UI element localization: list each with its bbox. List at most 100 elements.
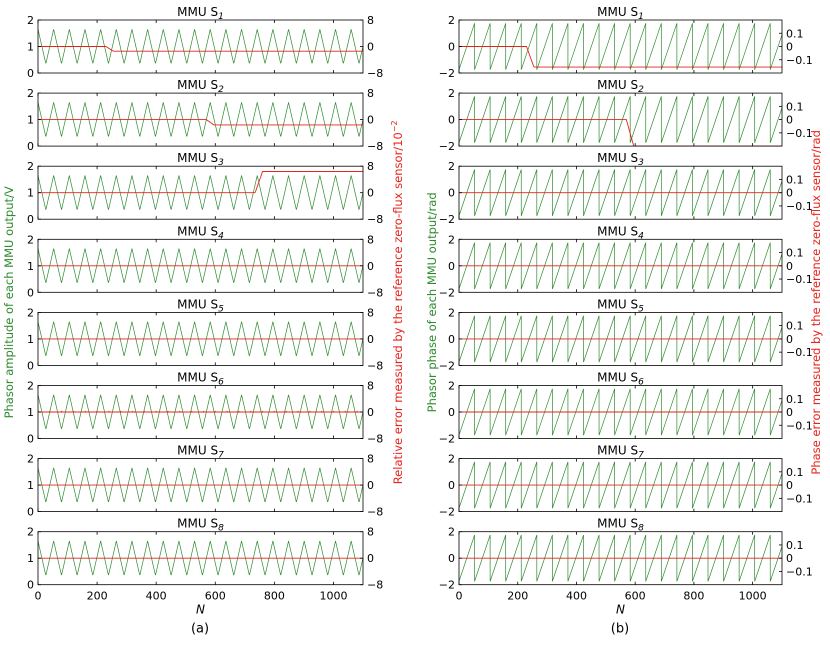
y-tick-label-left: −2 xyxy=(439,213,455,226)
y-tick-label-right: 0.1 xyxy=(786,27,804,40)
panel-mmu-s5: MMU S5−202−0.100.1 xyxy=(439,297,813,372)
panel-mmu-s6: MMU S6−202−0.100.1 xyxy=(439,371,813,446)
y-tick-label-left: 0 xyxy=(448,114,455,127)
panel-title: MMU S3 xyxy=(597,151,644,168)
y-tick-label-right: 0 xyxy=(786,41,793,54)
y-tick-label-left: 1 xyxy=(27,552,34,565)
y-axis-label-left: Phasor amplitude of each MMU output/V xyxy=(2,186,16,418)
y-tick-label-left: 2 xyxy=(27,526,34,539)
y-axis-label-right-text: Phase error measured by the reference ze… xyxy=(809,130,823,475)
y-tick-label-left: 1 xyxy=(27,260,34,273)
x-tick-label: 400 xyxy=(146,590,167,603)
panel-title-text: MMU S xyxy=(177,444,218,458)
panel-title-text: MMU S xyxy=(177,151,218,165)
y-tick-label-left: 2 xyxy=(448,87,455,100)
y-tick-label-left: 2 xyxy=(27,160,34,173)
y-tick-label-right: 0 xyxy=(786,187,793,200)
panel-title-subscript: 2 xyxy=(218,85,224,95)
panel-mmu-s2: MMU S2−202−0.100.1 xyxy=(439,78,813,153)
y-tick-label-left: 2 xyxy=(27,14,34,27)
error-series-line xyxy=(37,410,363,413)
y-tick-label-right: −8 xyxy=(367,213,383,226)
y-tick-label-left: 2 xyxy=(27,87,34,100)
panel-title-text: MMU S xyxy=(177,78,218,92)
y-tick-label-left: 0 xyxy=(27,579,34,592)
x-axis-label: N xyxy=(196,603,205,617)
panel-title: MMU S1 xyxy=(597,5,644,22)
y-tick-label-right: 0 xyxy=(786,406,793,419)
panel-mmu-s7: MMU S7 0 1 2 −8 0 8 xyxy=(27,444,383,519)
panel-mmu-s2: MMU S2012−808 xyxy=(27,78,383,153)
panel-title-text: MMU S xyxy=(597,371,638,385)
panel-title-subscript: 8 xyxy=(638,524,644,534)
panel-title-text: MMU S xyxy=(177,517,218,531)
y-tick-label-left: 0 xyxy=(448,479,455,492)
x-tick-label: 1000 xyxy=(739,590,767,603)
y-tick-label-left: 2 xyxy=(448,526,455,539)
panel-title: MMU S7 xyxy=(177,444,224,461)
y-axis-label-right-text: Relative error measured by the reference… xyxy=(391,132,405,484)
y-tick-label-left: 2 xyxy=(448,380,455,393)
y-tick-label-right: −0.1 xyxy=(786,54,813,67)
y-tick-label-right: 8 xyxy=(367,380,374,393)
y-tick-label-right: 0.1 xyxy=(786,100,804,113)
y-tick-label-left: 2 xyxy=(448,306,455,319)
y-tick-label-left: 1 xyxy=(27,187,34,200)
y-tick-label-left: 2 xyxy=(27,233,34,246)
panel-title-text: MMU S xyxy=(177,371,218,385)
panel-title-subscript: 3 xyxy=(218,158,224,168)
y-tick-label-left: 0 xyxy=(448,333,455,346)
panel-title-subscript: 4 xyxy=(218,231,224,241)
error-series-line xyxy=(38,119,363,126)
panel-title-subscript: 2 xyxy=(638,85,644,95)
y-tick-label-right: 0 xyxy=(786,260,793,273)
panel-title-subscript: 3 xyxy=(638,158,644,168)
y-tick-label-right: −8 xyxy=(367,140,383,153)
panel-mmu-s3: MMU S3−202−0.100.1 xyxy=(439,151,813,226)
panel-title-text: MMU S xyxy=(597,517,638,531)
y-tick-label-left: 0 xyxy=(448,260,455,273)
y-tick-label-right: −8 xyxy=(367,506,383,519)
y-tick-label-left: 2 xyxy=(448,160,455,173)
y-tick-label-left: −2 xyxy=(439,140,455,153)
panel-title-subscript: 5 xyxy=(638,304,644,314)
y-tick-label-right: 0 xyxy=(367,552,374,565)
error-series-line xyxy=(459,119,782,147)
subfigure-caption: (b) xyxy=(611,622,629,637)
panel-title-text: MMU S xyxy=(597,444,638,458)
y-tick-label-left: 0 xyxy=(448,41,455,54)
y-tick-label-left: 0 xyxy=(27,140,34,153)
y-tick-label-left: 1 xyxy=(27,114,34,127)
y-tick-label-left: −2 xyxy=(439,359,455,372)
y-tick-label-left: −2 xyxy=(439,433,455,446)
panel-title-subscript: 1 xyxy=(218,12,224,22)
panel-title: MMU S8 xyxy=(177,517,224,534)
y-axis-label-left: Phasor phase of each MMU output/rad xyxy=(425,192,439,412)
y-tick-label-right: 0.1 xyxy=(786,393,804,406)
panel-title-subscript: 6 xyxy=(218,378,224,388)
y-tick-label-right: 0 xyxy=(367,479,374,492)
x-tick-label: 800 xyxy=(264,590,285,603)
figure: MMU S1012−808MMU S2012−808MMU S3012−808M… xyxy=(2,5,823,637)
y-tick-label-right: 0 xyxy=(786,479,793,492)
y-tick-label-right: −8 xyxy=(367,579,383,592)
x-tick-label: 0 xyxy=(35,590,42,603)
panel-title-text: MMU S xyxy=(177,224,218,238)
y-tick-label-left: 2 xyxy=(448,233,455,246)
panel-mmu-s3: MMU S3 0 1 2 −8 0 8 xyxy=(27,151,383,226)
x-tick-label: 600 xyxy=(205,590,226,603)
y-tick-label-left: 1 xyxy=(27,41,34,54)
y-tick-label-right: 0 xyxy=(367,406,374,419)
y-tick-label-left: −2 xyxy=(439,67,455,80)
panel-mmu-s1: MMU S1012−808 xyxy=(27,5,383,80)
y-tick-label-left: 2 xyxy=(448,453,455,466)
panel-title-text: MMU S xyxy=(177,297,218,311)
panel-mmu-s8: MMU S8012−8080 200 400 600 800 1000 xyxy=(27,517,383,603)
y-tick-label-left: 0 xyxy=(27,506,34,519)
panel-title: MMU S5 xyxy=(177,297,224,314)
panel-title-text: MMU S xyxy=(597,297,638,311)
subfigure-a: MMU S1012−808MMU S2012−808MMU S3012−808M… xyxy=(2,5,405,637)
panel-title-subscript: 7 xyxy=(638,451,644,461)
y-tick-label-right: 8 xyxy=(367,306,374,319)
panel-mmu-s5: MMU S5 0 1 2 −8 0 8 xyxy=(27,297,383,372)
